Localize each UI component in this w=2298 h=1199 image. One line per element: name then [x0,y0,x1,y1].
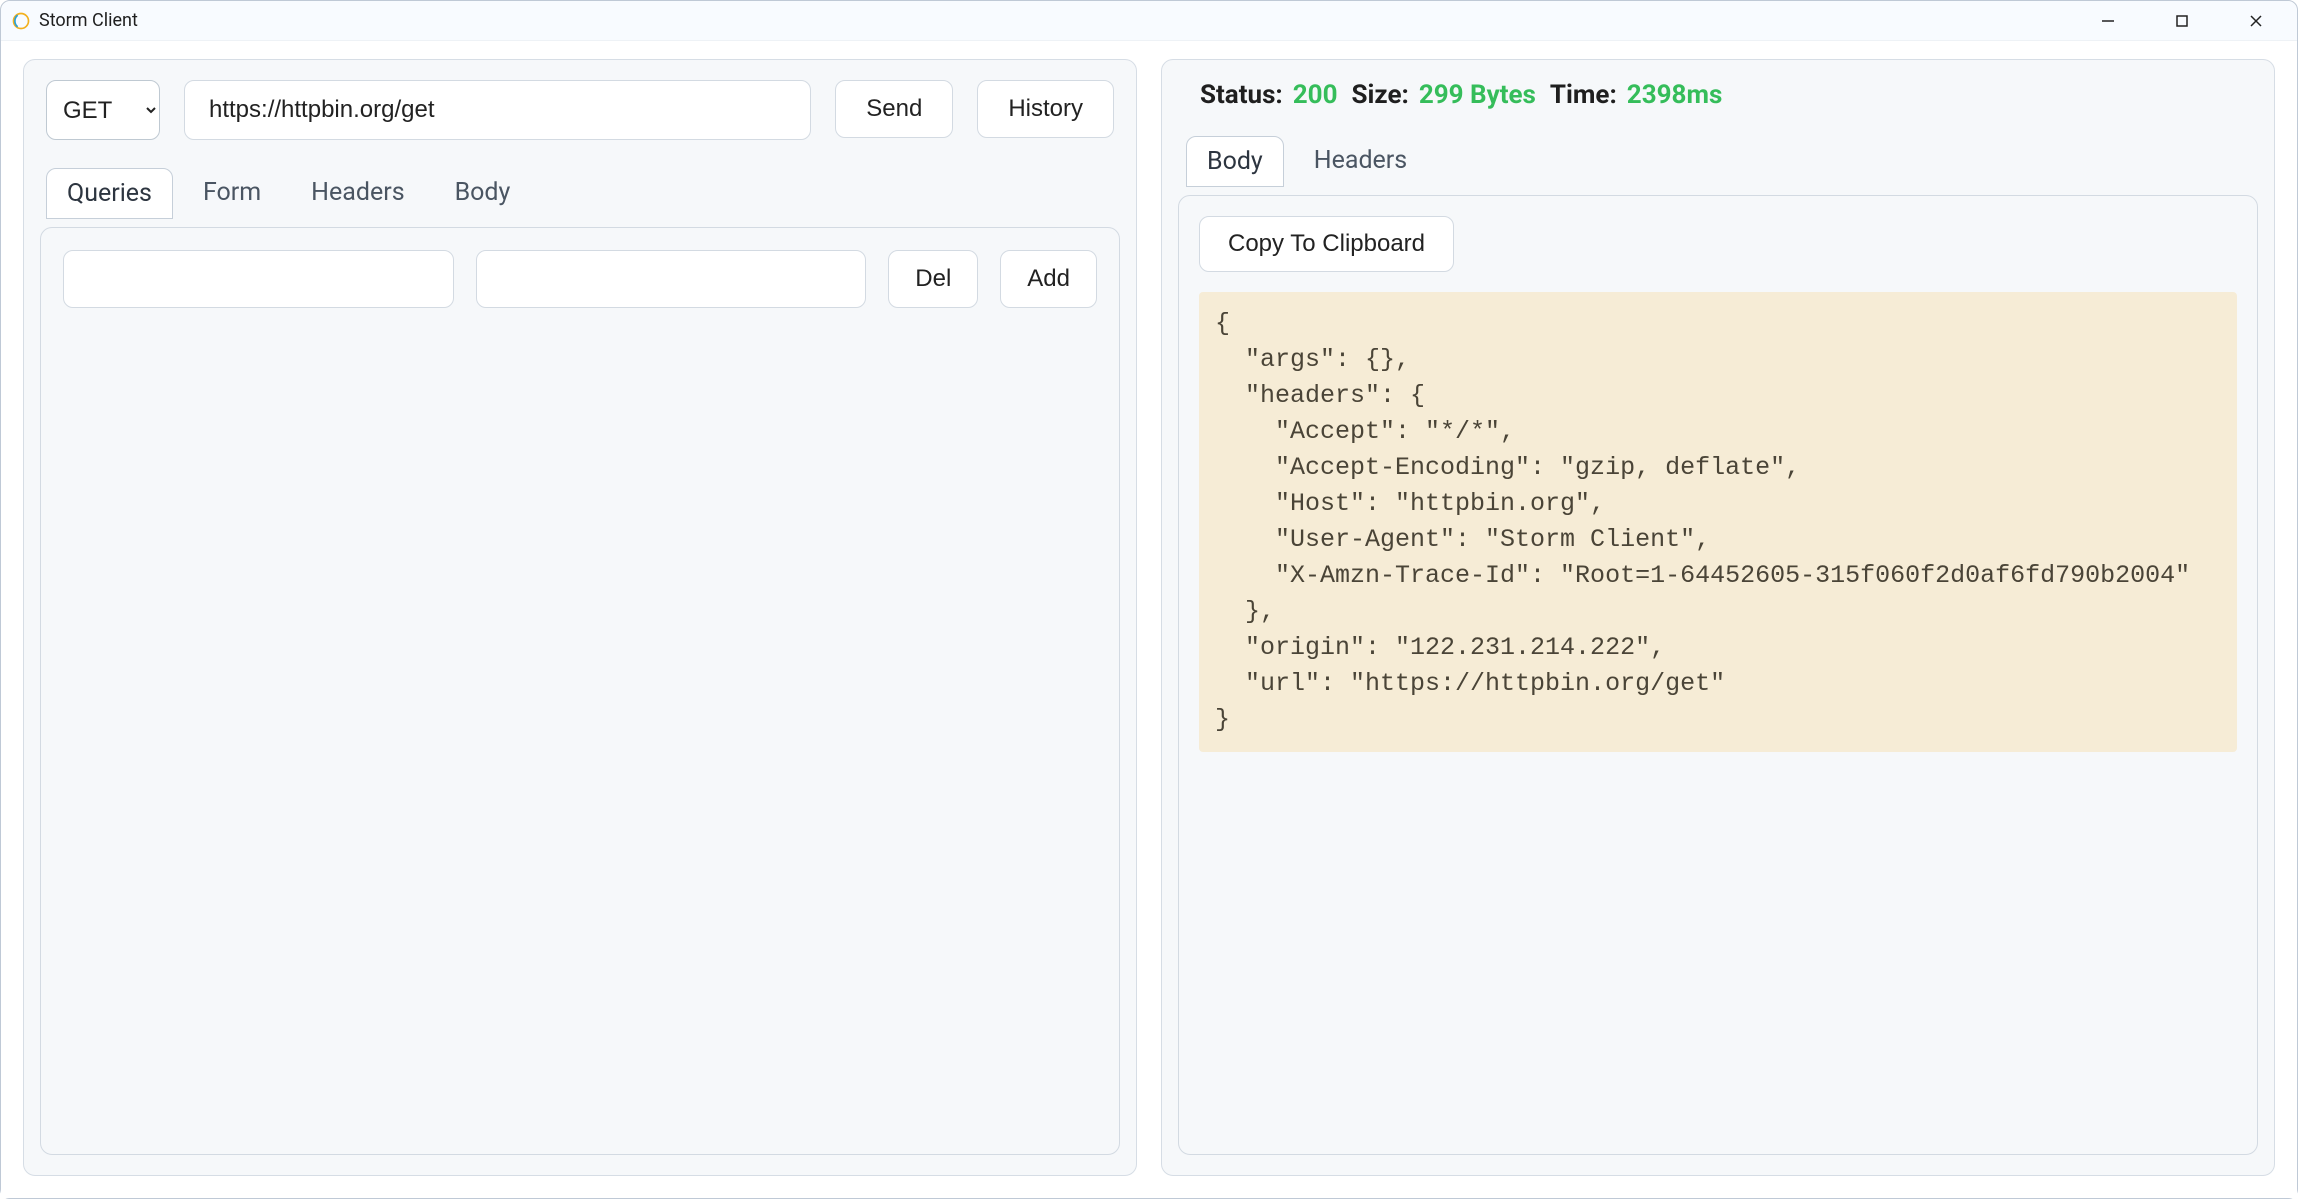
query-row: Del Add [63,250,1097,308]
query-del-button[interactable]: Del [888,250,978,308]
maximize-button[interactable] [2159,1,2205,41]
history-button[interactable]: History [977,80,1114,138]
response-status-row: Status: 200 Size: 299 Bytes Time: 2398ms [1178,76,2258,110]
query-value-input[interactable] [476,250,867,308]
tab-body[interactable]: Body [435,168,531,219]
request-tabs: Queries Form Headers Body [40,168,1120,219]
status-value: 200 [1293,80,1338,110]
time-label: Time: [1550,80,1617,110]
tab-form[interactable]: Form [183,168,281,219]
window-title: Storm Client [39,10,138,31]
http-method-select[interactable]: GET [46,80,160,140]
response-body-area: Copy To Clipboard { "args": {}, "headers… [1178,195,2258,1155]
query-key-input[interactable] [63,250,454,308]
send-button[interactable]: Send [835,80,953,138]
status-label: Status: [1200,80,1283,110]
url-input[interactable] [184,80,811,140]
resp-tab-headers[interactable]: Headers [1294,136,1427,187]
queries-tab-content: Del Add [40,227,1120,1155]
response-panel: Status: 200 Size: 299 Bytes Time: 2398ms… [1161,59,2275,1176]
time-value: 2398ms [1627,80,1723,110]
query-add-button[interactable]: Add [1000,250,1097,308]
titlebar: Storm Client [1,1,2297,41]
copy-to-clipboard-button[interactable]: Copy To Clipboard [1199,216,1454,272]
close-button[interactable] [2233,1,2279,41]
tab-queries[interactable]: Queries [46,168,173,219]
resp-tab-body[interactable]: Body [1186,136,1284,187]
tab-headers[interactable]: Headers [291,168,424,219]
response-tabs: Body Headers [1178,136,2258,187]
request-panel: GET Send History Queries Form Headers Bo… [23,59,1137,1176]
app-icon [11,11,31,31]
size-label: Size: [1352,80,1409,110]
titlebar-left: Storm Client [11,10,138,31]
request-row: GET Send History [40,76,1120,140]
main-content: GET Send History Queries Form Headers Bo… [1,41,2297,1198]
response-body-text[interactable]: { "args": {}, "headers": { "Accept": "*/… [1199,292,2237,752]
size-value: 299 Bytes [1419,80,1536,110]
window-controls [2085,1,2289,41]
app-window: Storm Client GET Send History [0,0,2298,1199]
minimize-button[interactable] [2085,1,2131,41]
